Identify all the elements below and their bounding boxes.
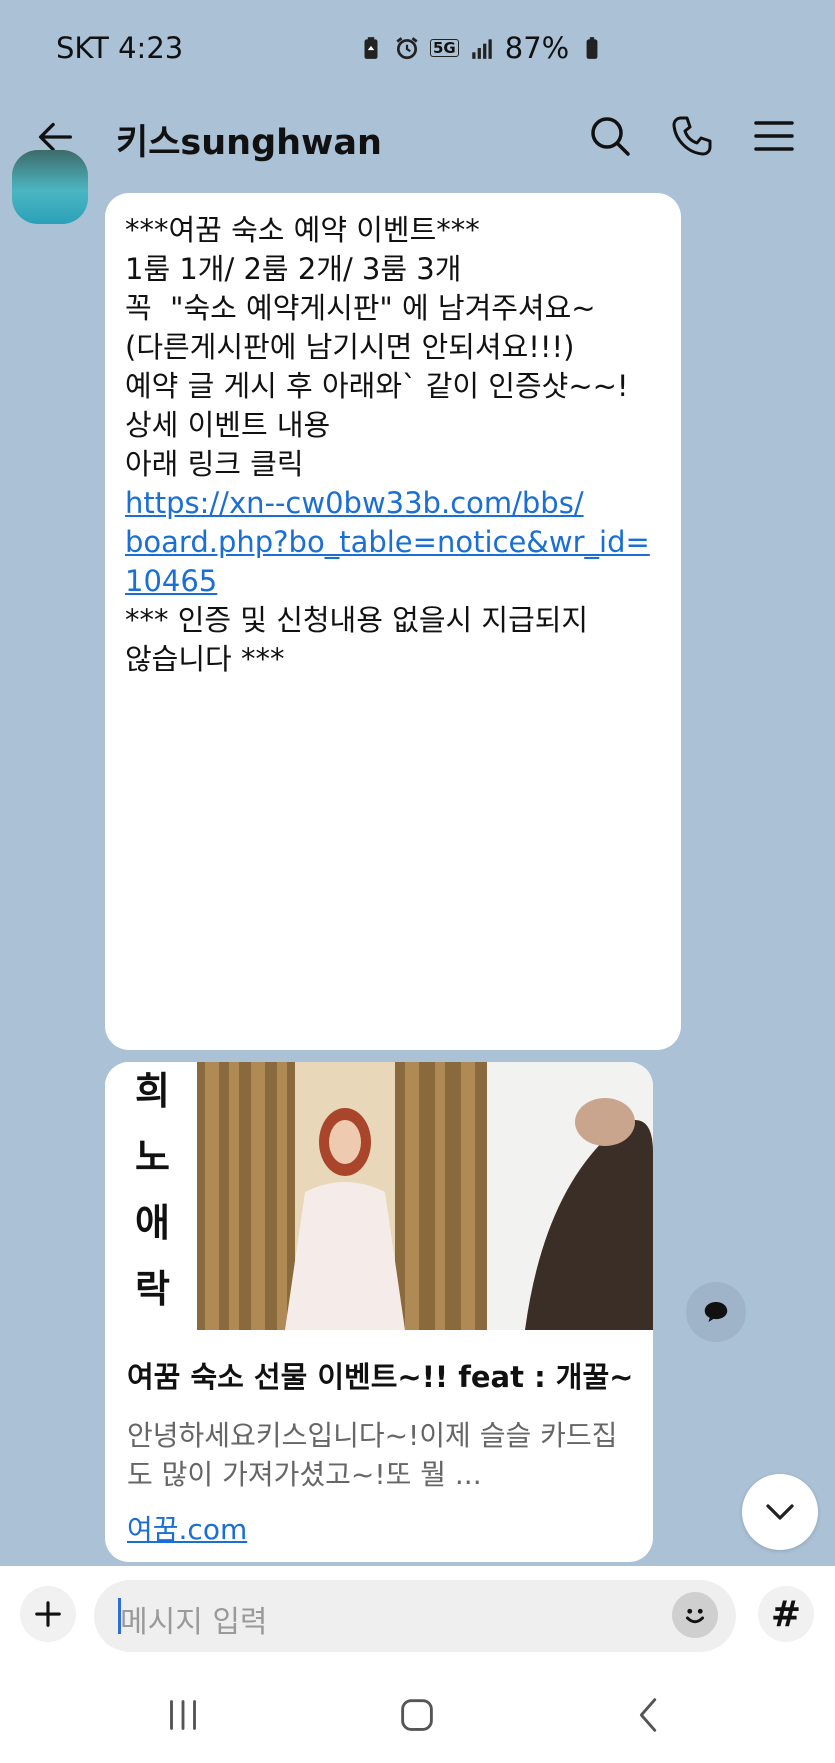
status-carrier-time: SKT 4:23	[56, 31, 184, 65]
recent-apps-icon[interactable]	[160, 1692, 206, 1738]
battery-icon	[586, 37, 598, 59]
scroll-down-button[interactable]	[742, 1474, 818, 1550]
image-char: 희	[135, 1068, 170, 1113]
link-preview-image[interactable]: 희 노 애 락	[105, 1062, 653, 1330]
attach-button[interactable]	[20, 1586, 76, 1642]
message-line: 상세 이벤트 내용	[125, 408, 331, 442]
message-line: ***여꿈 숙소 예약 이벤트***	[125, 213, 480, 247]
signal-icon	[472, 39, 492, 59]
link-preview-domain[interactable]: 여꿈.com	[127, 1508, 247, 1548]
link-preview-title[interactable]: 여꿈 숙소 선물 이벤트~!! feat : 개꿀~	[127, 1354, 633, 1396]
chat-header: 키스sunghwan	[0, 96, 835, 176]
image-char: 애	[135, 1200, 170, 1245]
phone-icon[interactable]	[668, 112, 716, 160]
message-link[interactable]: board.php?bo_table=notice&wr_id=	[125, 523, 661, 562]
message-input-bar: 메시지 입력 #	[0, 1566, 835, 1666]
message-line: 꼭 "숙소 예약게시판" 에 남겨주셔요~	[125, 291, 596, 325]
speech-bubble-icon	[704, 1302, 728, 1322]
search-icon[interactable]	[586, 112, 634, 160]
alarm-icon	[396, 37, 418, 60]
chat-title: 키스sunghwan	[116, 123, 382, 163]
status-icons: 5G 87%	[358, 31, 605, 65]
message-line: 1룸 1개/ 2룸 2개/ 3룸 3개	[125, 252, 462, 286]
message-input[interactable]: 메시지 입력	[94, 1580, 736, 1652]
link-preview-description: 안녕하세요키스입니다~!이제 슬슬 카드집도 많이 가져가셨고~!또 뭘 ...	[127, 1419, 618, 1491]
message-line: 아래 링크 클릭	[125, 447, 304, 481]
image-char: 락	[135, 1266, 170, 1311]
status-bar: SKT 4:23 5G 87%	[0, 0, 835, 96]
chevron-down-icon	[766, 1504, 794, 1520]
reply-button[interactable]	[686, 1282, 746, 1342]
message-bubble[interactable]: ***여꿈 숙소 예약 이벤트*** 1룸 1개/ 2룸 2개/ 3룸 3개 꼭…	[105, 193, 681, 1050]
nav-back-icon[interactable]	[626, 1692, 672, 1738]
message-line: *** 인증 및 신청내용 없을시 지급되지	[125, 603, 589, 637]
battery-saver-icon	[364, 37, 378, 59]
system-nav-bar	[0, 1666, 835, 1763]
message-line: (다른게시판에 남기시면 안되셔요!!!)	[125, 330, 575, 364]
message-line: 않습니다 ***	[125, 642, 285, 676]
message-input-placeholder: 메시지 입력	[120, 1605, 268, 1640]
link-preview-card[interactable]: 희 노 애 락 여꿈 숙소 선물 이벤트~!! feat : 개꿀~ 안녕하세요…	[105, 1062, 653, 1562]
menu-icon[interactable]	[750, 112, 798, 160]
battery-percent: 87%	[504, 31, 570, 65]
avatar[interactable]	[12, 150, 88, 224]
message-link[interactable]: 10465	[125, 562, 661, 601]
message-link[interactable]: https://xn--cw0bw33b.com/bbs/	[125, 484, 661, 523]
image-char: 노	[135, 1134, 170, 1179]
hashtag-button[interactable]: #	[758, 1586, 814, 1642]
emoji-button[interactable]	[672, 1592, 718, 1638]
message-line: 예약 글 게시 후 아래와` 같이 인증샷~~!	[125, 369, 629, 403]
plus-icon	[35, 1601, 61, 1627]
5g-icon: 5G	[430, 39, 459, 57]
emoji-icon	[686, 1608, 704, 1624]
home-icon[interactable]	[394, 1692, 440, 1738]
